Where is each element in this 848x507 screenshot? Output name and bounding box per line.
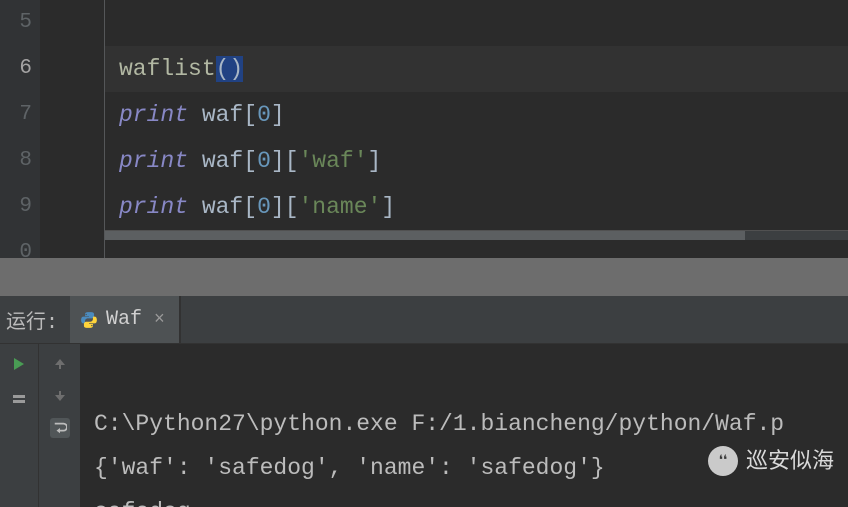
run-header-spacer — [180, 296, 848, 343]
identifier-token: waf — [202, 148, 243, 174]
function-call-token: waflist — [119, 56, 216, 82]
run-toolbar-secondary — [38, 344, 80, 507]
identifier-token: waf — [202, 102, 243, 128]
run-toolwindow-title: 运行: — [0, 296, 70, 343]
code-area[interactable]: waflist() print waf[0] print waf[0]['waf… — [105, 0, 848, 258]
watermark-text: 巡安似海 — [746, 439, 834, 483]
run-tab-label: Waf — [106, 308, 142, 331]
string-token: 'name' — [299, 194, 382, 220]
run-tab[interactable]: Waf × — [70, 296, 180, 343]
horizontal-scrollbar[interactable] — [105, 230, 848, 240]
run-toolbar-primary — [0, 344, 38, 507]
console-line: safedog — [94, 499, 191, 507]
console-line: {'waf': 'safedog', 'name': 'safedog'} — [94, 455, 605, 481]
string-token: 'waf' — [299, 148, 368, 174]
soft-wrap-icon[interactable] — [50, 418, 70, 438]
keyword-token: print — [119, 102, 188, 128]
run-toolwindow-header: 运行: Waf × — [0, 296, 848, 344]
code-line[interactable]: print waf[0]['waf'] — [119, 138, 381, 184]
line-number: 6 — [0, 46, 32, 92]
line-number: 5 — [0, 0, 32, 46]
code-line[interactable]: print waf[0]['name'] — [119, 184, 395, 230]
number-token: 0 — [257, 102, 271, 128]
python-file-icon — [80, 311, 98, 329]
code-line[interactable]: print waf[0] — [119, 92, 285, 138]
identifier-token: waf — [202, 194, 243, 220]
keyword-token: print — [119, 148, 188, 174]
code-editor[interactable]: 5 6 7 8 9 0 waflist() print waf[0] print… — [0, 0, 848, 258]
selection: () — [216, 56, 244, 82]
number-token: 0 — [257, 194, 271, 220]
wechat-icon: ❛❛ — [708, 446, 738, 476]
code-line[interactable]: waflist() — [119, 46, 243, 92]
line-number: 9 — [0, 184, 32, 230]
run-console-panel: C:\Python27\python.exe F:/1.biancheng/py… — [0, 344, 848, 507]
line-number-gutter: 5 6 7 8 9 0 — [0, 0, 40, 258]
line-number: 0 — [0, 230, 32, 276]
line-number: 8 — [0, 138, 32, 184]
number-token: 0 — [257, 148, 271, 174]
console-output[interactable]: C:\Python27\python.exe F:/1.biancheng/py… — [80, 344, 848, 507]
watermark: ❛❛ 巡安似海 — [708, 439, 834, 483]
down-arrow-icon[interactable] — [50, 386, 70, 406]
line-number: 7 — [0, 92, 32, 138]
close-icon[interactable]: × — [150, 310, 165, 330]
keyword-token: print — [119, 194, 188, 220]
rerun-icon[interactable] — [9, 354, 29, 374]
console-line: C:\Python27\python.exe F:/1.biancheng/py… — [94, 411, 784, 437]
editor-margin — [40, 0, 105, 258]
panel-divider[interactable] — [0, 258, 848, 296]
layout-icon[interactable] — [9, 390, 29, 410]
scrollbar-thumb[interactable] — [105, 231, 745, 240]
up-arrow-icon[interactable] — [50, 354, 70, 374]
